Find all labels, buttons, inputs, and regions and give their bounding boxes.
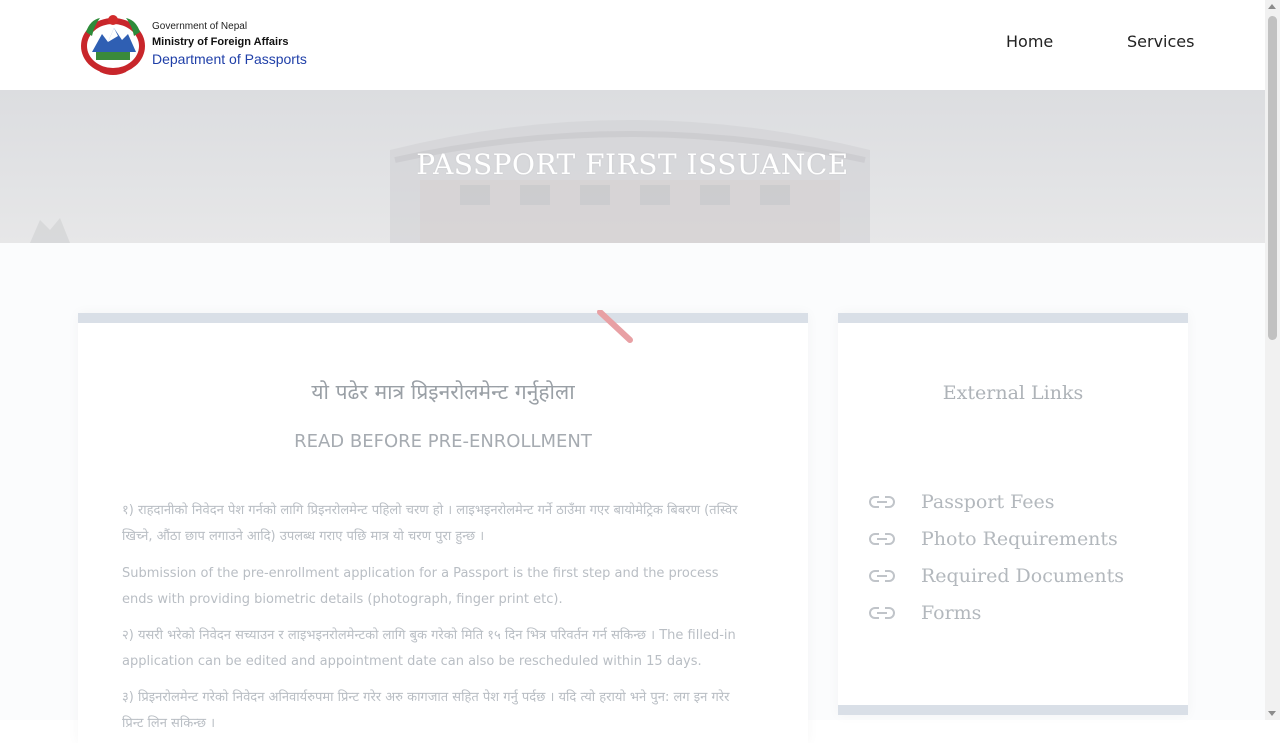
link-required-documents[interactable]: Required Documents <box>868 565 1124 587</box>
nepali-heading: यो पढेर मात्र प्रिइनरोलमेन्ट गर्नुहोला <box>311 380 575 404</box>
instruction-paragraph: २) यसरी भरेको निवेदन सच्याउन र लाइभइनरोल… <box>122 628 736 669</box>
link-passport-fees[interactable]: Passport Fees <box>868 491 1055 513</box>
nepal-emblem-icon <box>81 15 145 75</box>
link-label: Forms <box>921 602 982 624</box>
link-icon <box>869 533 895 545</box>
link-label: Passport Fees <box>921 491 1055 513</box>
instruction-paragraph: १) राहदानीको निवेदन पेश गर्नको लागि प्रि… <box>122 503 738 544</box>
scroll-down-arrow-icon[interactable] <box>1268 711 1276 716</box>
link-icon <box>869 607 895 619</box>
link-label: Required Documents <box>921 565 1124 587</box>
link-label: Photo Requirements <box>921 528 1118 550</box>
link-icon <box>869 570 895 582</box>
link-forms[interactable]: Forms <box>868 602 981 624</box>
hero-banner: PASSPORT FIRST ISSUANCE <box>0 90 1265 243</box>
link-photo-requirements[interactable]: Photo Requirements <box>868 528 1118 550</box>
site-logo[interactable]: Government of Nepal Ministry of Foreign … <box>78 12 307 76</box>
instruction-paragraph: ३) प्रिइनरोलमेन्ट गरेको निवेदन अनिवार्यर… <box>122 690 730 731</box>
nav-services-link[interactable]: Services <box>1127 32 1194 51</box>
logo-department-text: Department of Passports <box>152 50 307 67</box>
logo-ministry-text: Ministry of Foreign Affairs <box>152 35 289 48</box>
loading-spinner-icon <box>597 310 633 343</box>
logo-government-text: Government of Nepal <box>152 21 248 33</box>
instruction-paragraph: Submission of the pre-enrollment applica… <box>122 566 719 607</box>
english-heading: READ BEFORE PRE-ENROLLMENT <box>294 431 592 452</box>
page-title: PASSPORT FIRST ISSUANCE <box>416 148 849 181</box>
scrollbar-thumb[interactable] <box>1268 16 1277 340</box>
external-links-card <box>838 313 1188 715</box>
external-links-title: External Links <box>942 382 1084 404</box>
scroll-up-arrow-icon[interactable] <box>1268 4 1276 9</box>
link-icon <box>869 496 895 508</box>
next-card-top-border <box>838 705 1188 715</box>
site-header: Government of Nepal Ministry of Foreign … <box>0 0 1265 90</box>
nav-home-link[interactable]: Home <box>1006 32 1053 51</box>
